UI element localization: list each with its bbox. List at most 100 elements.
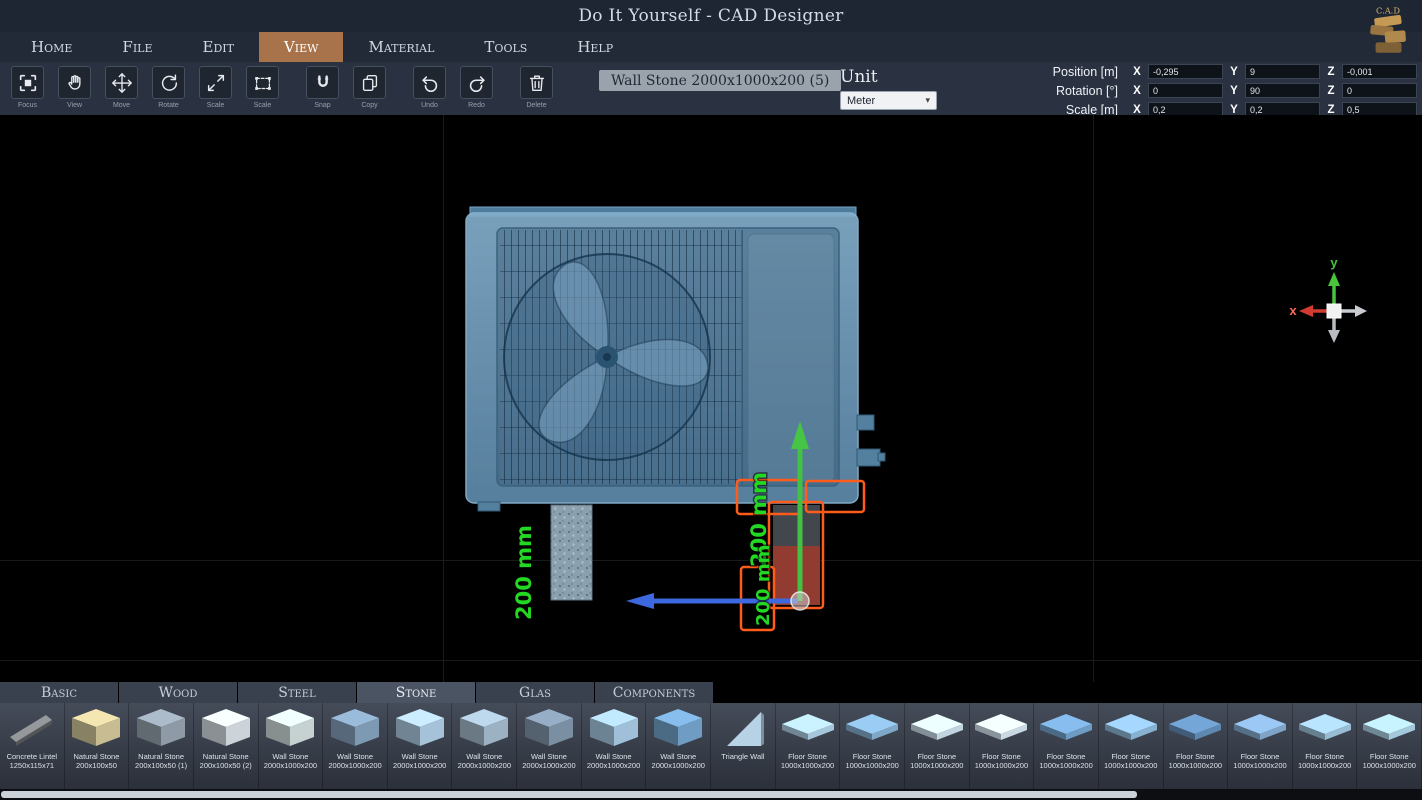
shelf-item-dimensions: 1000x1000x200 bbox=[1298, 761, 1351, 770]
shelf-item[interactable]: Natural Stone 200x100x50 (2) bbox=[194, 703, 259, 789]
shelf-item[interactable]: Floor Stone 1000x1000x200 bbox=[970, 703, 1035, 789]
menu-item[interactable]: File bbox=[97, 32, 177, 62]
position-x-input[interactable] bbox=[1148, 64, 1223, 79]
category-tab[interactable]: Components bbox=[595, 682, 713, 703]
shelf-item[interactable]: Natural Stone 200x100x50 bbox=[65, 703, 130, 789]
unit-dropdown[interactable]: Meter ▾ bbox=[840, 91, 937, 110]
rotation-x-input[interactable] bbox=[1148, 83, 1223, 98]
snap-button[interactable]: Snap bbox=[299, 66, 346, 109]
position-z-input[interactable] bbox=[1342, 64, 1417, 79]
position-y-input[interactable] bbox=[1245, 64, 1320, 79]
scale-rect-button[interactable]: Scale bbox=[239, 66, 286, 109]
shelf-item[interactable]: Wall Stone 2000x1000x200 bbox=[323, 703, 388, 789]
shelf-item[interactable]: Floor Stone 1000x1000x200 bbox=[905, 703, 970, 789]
shelf-item-dimensions: 2000x1000x200 bbox=[328, 761, 381, 770]
stone-block-left[interactable] bbox=[551, 505, 592, 600]
toolbar-button-label: Scale bbox=[207, 102, 225, 109]
shelf-item-name: Triangle Wall bbox=[721, 752, 764, 761]
menu-item-label: Edit bbox=[203, 38, 234, 56]
menu-item[interactable]: View bbox=[259, 32, 344, 62]
shelf-item[interactable]: Natural Stone 200x100x50 (1) bbox=[129, 703, 194, 789]
menu-item-label: Home bbox=[31, 38, 72, 56]
shelf-item[interactable]: Wall Stone 2000x1000x200 bbox=[388, 703, 453, 789]
selected-object-label: Wall Stone 2000x1000x200 (5) bbox=[599, 70, 841, 91]
scale-button[interactable]: Scale bbox=[192, 66, 239, 109]
shelf-item[interactable]: Floor Stone 1000x1000x200 bbox=[1228, 703, 1293, 789]
category-tab[interactable]: Glas bbox=[476, 682, 594, 703]
gizmo-neg-y-axis[interactable] bbox=[1328, 330, 1340, 343]
shelf-item-name: Concrete Lintel bbox=[7, 752, 57, 761]
rotate-button[interactable]: Rotate bbox=[145, 66, 192, 109]
shelf-item[interactable]: Wall Stone 2000x1000x200 bbox=[517, 703, 582, 789]
menu-item-label: View bbox=[284, 38, 319, 56]
stone-thumbnail bbox=[715, 706, 771, 752]
category-tab-label: Stone bbox=[396, 685, 437, 701]
model-ac-unit[interactable] bbox=[466, 207, 885, 511]
shelf-item[interactable]: Wall Stone 2000x1000x200 bbox=[646, 703, 711, 789]
viewport-canvas[interactable]: 200 mm 200 mm 200 mm y x bbox=[0, 115, 1422, 682]
pipe-connector bbox=[857, 415, 874, 430]
x-axis-label: X bbox=[1131, 104, 1143, 116]
view-pan-button[interactable]: View bbox=[51, 66, 98, 109]
axis-orientation-gizmo[interactable]: y x bbox=[1289, 255, 1367, 343]
copy-button[interactable]: Copy bbox=[346, 66, 393, 109]
rotation-y-input[interactable] bbox=[1245, 83, 1320, 98]
shelf-item-dimensions: 2000x1000x200 bbox=[458, 761, 511, 770]
redo-button[interactable]: Redo bbox=[453, 66, 500, 109]
category-tab[interactable]: Stone bbox=[357, 682, 475, 703]
category-tab[interactable]: Steel bbox=[238, 682, 356, 703]
shelf-item[interactable]: Concrete Lintel 1250x115x71 bbox=[0, 703, 65, 789]
category-tab[interactable]: Wood bbox=[119, 682, 237, 703]
category-tab[interactable]: Basic bbox=[0, 682, 118, 703]
menu-item[interactable]: Home bbox=[6, 32, 97, 62]
shelf-item-dimensions: 2000x1000x200 bbox=[393, 761, 446, 770]
menu-item[interactable]: Edit bbox=[178, 32, 259, 62]
shelf-item[interactable]: Triangle Wall bbox=[711, 703, 776, 789]
focus-button[interactable]: Focus bbox=[4, 66, 51, 109]
stone-thumbnail bbox=[392, 706, 448, 752]
shelf-item-dimensions: 200x100x50 (1) bbox=[135, 761, 187, 770]
menu-item[interactable]: Material bbox=[343, 32, 459, 62]
gizmo-cube[interactable] bbox=[1327, 304, 1341, 318]
x-axis-label: X bbox=[1131, 85, 1143, 97]
shelf-item[interactable]: Floor Stone 1000x1000x200 bbox=[1164, 703, 1229, 789]
rotation-z-input[interactable] bbox=[1342, 83, 1417, 98]
shelf-item[interactable]: Floor Stone 1000x1000x200 bbox=[1099, 703, 1164, 789]
shelf-item[interactable]: Floor Stone 1000x1000x200 bbox=[776, 703, 841, 789]
category-tab-label: Glas bbox=[519, 685, 551, 701]
shelf-item-dimensions: 2000x1000x200 bbox=[264, 761, 317, 770]
shelf-item[interactable]: Wall Stone 2000x1000x200 bbox=[259, 703, 324, 789]
gizmo-x-axis[interactable] bbox=[1299, 305, 1313, 317]
shelf-item[interactable]: Wall Stone 2000x1000x200 bbox=[452, 703, 517, 789]
undo-button[interactable]: Undo bbox=[406, 66, 453, 109]
scrollbar-thumb[interactable] bbox=[1, 791, 1137, 798]
menu-item-label: Help bbox=[577, 38, 613, 56]
rotation-label: Rotation [°] bbox=[1056, 84, 1118, 98]
shelf-item-dimensions: 1000x1000x200 bbox=[845, 761, 898, 770]
position-label: Position [m] bbox=[1053, 65, 1118, 79]
hand-icon bbox=[58, 66, 91, 99]
move-button[interactable]: Move bbox=[98, 66, 145, 109]
gizmo-x-arrowhead[interactable] bbox=[626, 593, 654, 609]
gizmo-y-axis[interactable] bbox=[1328, 272, 1340, 286]
shelf-item-name: Wall Stone bbox=[466, 752, 502, 761]
gizmo-neg-x-axis[interactable] bbox=[1355, 305, 1367, 317]
stone-thumbnail bbox=[133, 706, 189, 752]
viewport[interactable]: 200 mm 200 mm 200 mm y x bbox=[0, 115, 1422, 682]
shelf-item[interactable]: Floor Stone 1000x1000x200 bbox=[1293, 703, 1358, 789]
menu-item[interactable]: Help bbox=[552, 32, 638, 62]
horizontal-scrollbar[interactable] bbox=[0, 789, 1422, 800]
shelf-item[interactable]: Wall Stone 2000x1000x200 bbox=[582, 703, 647, 789]
shelf-item[interactable]: Floor Stone 1000x1000x200 bbox=[1034, 703, 1099, 789]
selected-stone-piece[interactable] bbox=[773, 505, 820, 605]
shelf-item[interactable]: Floor Stone 1000x1000x200 bbox=[1357, 703, 1422, 789]
shelf-item-name: Wall Stone bbox=[337, 752, 373, 761]
menu-item[interactable]: Tools bbox=[459, 32, 552, 62]
undo-icon bbox=[413, 66, 446, 99]
shelf-item-dimensions: 2000x1000x200 bbox=[522, 761, 575, 770]
chevron-down-icon: ▾ bbox=[925, 95, 930, 106]
shelf-item[interactable]: Floor Stone 1000x1000x200 bbox=[840, 703, 905, 789]
gizmo-origin[interactable] bbox=[791, 592, 809, 610]
unit-dropdown-value: Meter bbox=[847, 95, 875, 107]
delete-button[interactable]: Delete bbox=[513, 66, 560, 109]
